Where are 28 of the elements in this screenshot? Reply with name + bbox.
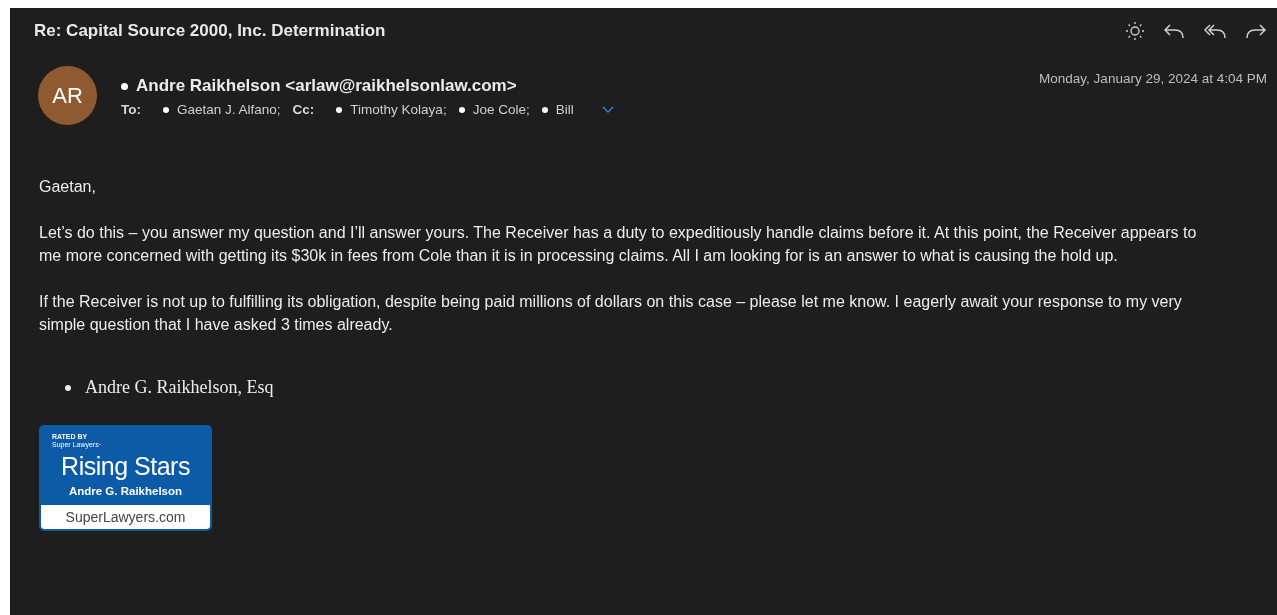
- bullet-icon: [65, 384, 71, 391]
- body-paragraph: Gaetan,: [39, 177, 97, 197]
- contact-dot-icon: [336, 106, 343, 113]
- reply-all-icon[interactable]: [1203, 22, 1227, 40]
- signature-name: Andre G. Raikhelson, Esq: [85, 376, 274, 399]
- recipient-name[interactable]: Gaetan J. Alfano;: [177, 102, 281, 117]
- badge-site: SuperLawyers.com: [41, 505, 210, 529]
- body-paragraph: If the Receiver is not up to fulfilling its obligation, despite being paid millions of dollars on this case – please let me know. I eagerly await your response to my very simple question that I have asked 3 times already.: [39, 292, 1183, 335]
- email-date: Monday, January 29, 2024 at 4:04 PM: [1039, 71, 1267, 86]
- brightness-icon[interactable]: [1125, 21, 1145, 41]
- recipient-name[interactable]: Timothy Kolaya;: [350, 102, 447, 117]
- badge-title: Rising Stars: [60, 451, 191, 482]
- contact-dot-icon: [121, 82, 128, 90]
- recipient-name[interactable]: Bill: [555, 102, 574, 117]
- contact-dot-icon: [163, 106, 169, 113]
- sender-avatar: AR: [38, 66, 97, 125]
- body-paragraph: Let’s do this – you answer my question and I’ll answer yours. The Receiver has a duty to expeditiously handle claims before it. At this point, the Receiver appears to me more concerned with getting its $30k in fees from Cole than it is in processing claims. All I am looking for is an answer to what is causing the hold up.: [39, 223, 1198, 266]
- cc-label: Cc:: [292, 102, 315, 117]
- contact-dot-icon: [541, 106, 548, 113]
- recipient-name[interactable]: Joe Cole;: [472, 102, 530, 117]
- email-subject: Re: Capital Source 2000, Inc. Determination: [34, 21, 386, 41]
- reply-icon[interactable]: [1163, 22, 1185, 40]
- badge-name: Andre G. Raikhelson: [67, 484, 184, 499]
- contact-dot-icon: [458, 106, 465, 113]
- sender-name[interactable]: Andre Raikhelson <arlaw@raikhelsonlaw.com>: [136, 76, 517, 96]
- chevron-down-icon[interactable]: [601, 105, 614, 114]
- to-label: To:: [121, 102, 141, 117]
- forward-icon[interactable]: [1245, 22, 1267, 40]
